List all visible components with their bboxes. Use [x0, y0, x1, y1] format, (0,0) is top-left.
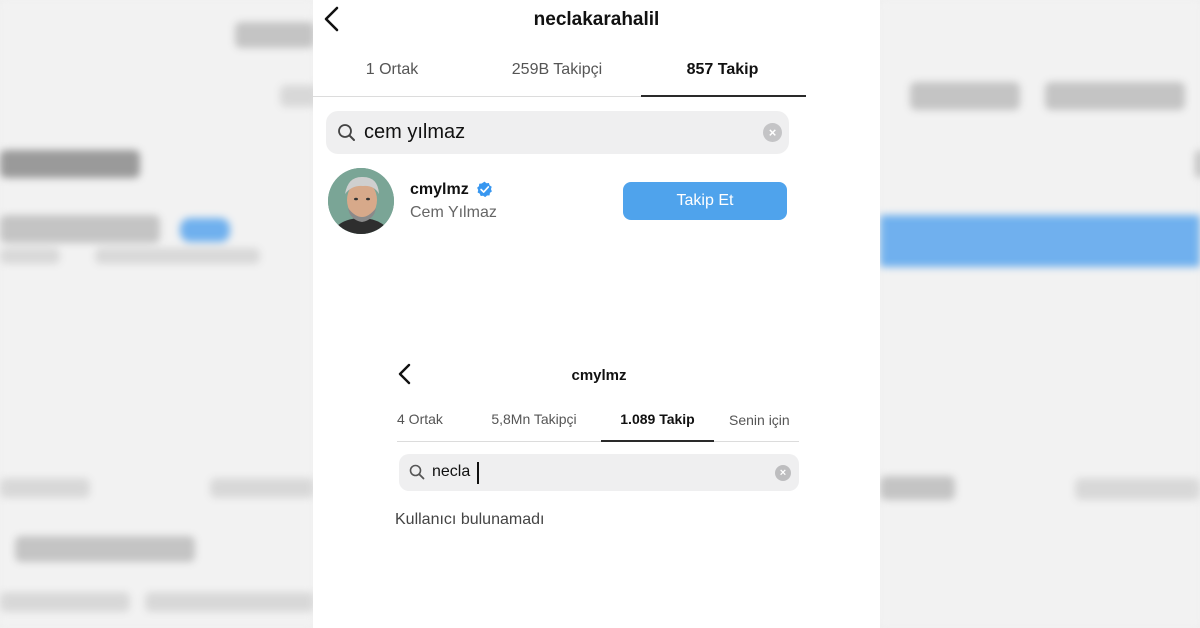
tab-followers[interactable]: 259B Takipçi	[498, 61, 616, 79]
blurred-background-left	[0, 0, 320, 628]
tab-following[interactable]: 1.089 Takip	[610, 411, 705, 427]
search-input-value[interactable]: necla	[432, 463, 470, 481]
profile-username-title: cmylmz	[571, 367, 627, 384]
tab-mutual[interactable]: 4 Ortak	[397, 411, 457, 427]
active-tab-indicator	[601, 440, 714, 442]
search-icon	[409, 464, 425, 480]
empty-state-message: Kullanıcı bulunamadı	[395, 511, 545, 528]
search-icon	[338, 124, 355, 141]
active-tab-indicator	[641, 95, 806, 97]
search-input-value[interactable]: cem yılmaz	[364, 121, 465, 144]
profile-username-title: neclakarahalil	[533, 9, 660, 30]
follow-button[interactable]: Takip Et	[623, 182, 787, 220]
search-field[interactable]: cem yılmaz ×	[326, 111, 789, 154]
tab-for-you[interactable]: Senin için	[729, 412, 801, 428]
clear-icon[interactable]: ×	[763, 123, 782, 142]
screenshot-composite: neclakarahalil 1 Ortak 259B Takipçi 857 …	[313, 0, 880, 628]
tab-following[interactable]: 857 Takip	[675, 61, 770, 79]
tab-followers[interactable]: 5,8Mn Takipçi	[481, 411, 587, 427]
result-full-name: Cem Yılmaz	[410, 204, 497, 221]
search-field[interactable]: necla ×	[399, 454, 799, 491]
clear-icon[interactable]: ×	[775, 465, 791, 481]
blurred-background-right	[880, 0, 1200, 628]
verified-badge-icon	[477, 181, 492, 198]
text-cursor	[477, 462, 479, 484]
tabs-divider	[397, 441, 799, 442]
avatar[interactable]	[328, 168, 394, 234]
avatar-portrait	[328, 168, 394, 234]
result-username[interactable]: cmylmz	[410, 181, 469, 199]
tab-mutual[interactable]: 1 Ortak	[355, 61, 429, 79]
